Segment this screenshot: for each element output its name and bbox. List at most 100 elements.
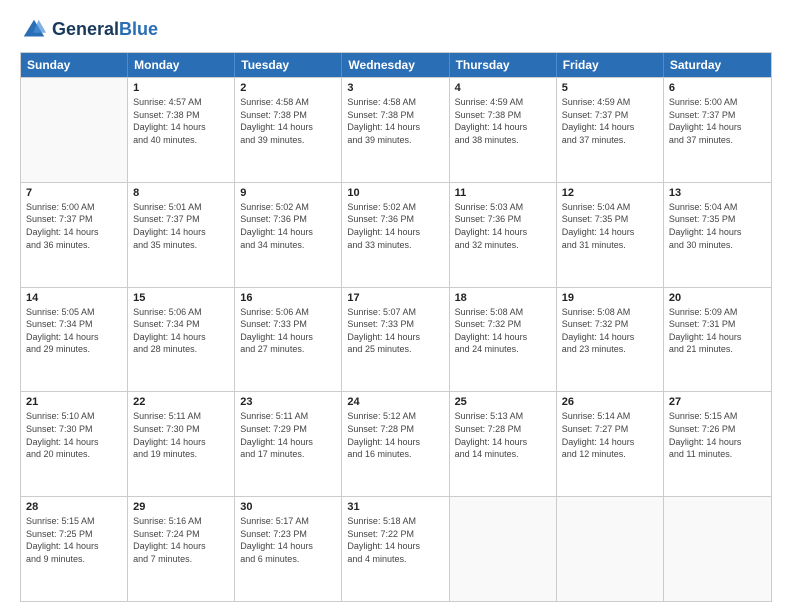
daylight-text: Daylight: 14 hoursand 28 minutes. [133, 331, 229, 356]
calendar-cell: 8Sunrise: 5:01 AMSunset: 7:37 PMDaylight… [128, 183, 235, 287]
sunset-text: Sunset: 7:38 PM [347, 109, 443, 122]
calendar-cell-empty [450, 497, 557, 601]
sunset-text: Sunset: 7:37 PM [562, 109, 658, 122]
day-number: 18 [455, 292, 551, 304]
daylight-text: Daylight: 14 hoursand 23 minutes. [562, 331, 658, 356]
sunset-text: Sunset: 7:30 PM [26, 423, 122, 436]
calendar-cell: 3Sunrise: 4:58 AMSunset: 7:38 PMDaylight… [342, 78, 449, 182]
calendar-cell-empty [557, 497, 664, 601]
calendar-cell: 19Sunrise: 5:08 AMSunset: 7:32 PMDayligh… [557, 288, 664, 392]
sunrise-text: Sunrise: 5:06 AM [133, 306, 229, 319]
calendar-header-cell: Thursday [450, 53, 557, 77]
day-number: 4 [455, 82, 551, 94]
page: GeneralBlue SundayMondayTuesdayWednesday… [0, 0, 792, 612]
sunset-text: Sunset: 7:29 PM [240, 423, 336, 436]
calendar-cell: 22Sunrise: 5:11 AMSunset: 7:30 PMDayligh… [128, 392, 235, 496]
daylight-text: Daylight: 14 hoursand 39 minutes. [240, 121, 336, 146]
calendar-cell: 17Sunrise: 5:07 AMSunset: 7:33 PMDayligh… [342, 288, 449, 392]
day-number: 28 [26, 501, 122, 513]
sunset-text: Sunset: 7:24 PM [133, 528, 229, 541]
day-number: 6 [669, 82, 766, 94]
sunset-text: Sunset: 7:35 PM [562, 213, 658, 226]
daylight-text: Daylight: 14 hoursand 7 minutes. [133, 540, 229, 565]
calendar-header-cell: Monday [128, 53, 235, 77]
sunrise-text: Sunrise: 5:14 AM [562, 410, 658, 423]
calendar-cell: 10Sunrise: 5:02 AMSunset: 7:36 PMDayligh… [342, 183, 449, 287]
calendar-cell: 23Sunrise: 5:11 AMSunset: 7:29 PMDayligh… [235, 392, 342, 496]
sunset-text: Sunset: 7:34 PM [26, 318, 122, 331]
sunrise-text: Sunrise: 5:15 AM [26, 515, 122, 528]
calendar-cell: 18Sunrise: 5:08 AMSunset: 7:32 PMDayligh… [450, 288, 557, 392]
logo-text: GeneralBlue [52, 20, 158, 40]
calendar-header-cell: Friday [557, 53, 664, 77]
sunrise-text: Sunrise: 5:06 AM [240, 306, 336, 319]
daylight-text: Daylight: 14 hoursand 16 minutes. [347, 436, 443, 461]
calendar-cell: 6Sunrise: 5:00 AMSunset: 7:37 PMDaylight… [664, 78, 771, 182]
sunset-text: Sunset: 7:33 PM [240, 318, 336, 331]
day-number: 31 [347, 501, 443, 513]
calendar-cell: 7 Sunrise: 5:00 AMSunset: 7:37 PMDaylight… [21, 183, 128, 287]
daylight-text: Daylight: 14 hoursand 12 minutes. [562, 436, 658, 461]
daylight-text: Daylight: 14 hoursand 9 minutes. [26, 540, 122, 565]
sunrise-text: Sunrise: 5:15 AM [669, 410, 766, 423]
sunset-text: Sunset: 7:37 PM [26, 213, 122, 226]
calendar-week-row: 1Sunrise: 4:57 AMSunset: 7:38 PMDaylight… [21, 77, 771, 182]
daylight-text: Daylight: 14 hoursand 4 minutes. [347, 540, 443, 565]
sunrise-text: Sunrise: 5:00 AM [669, 96, 766, 109]
sunset-text: Sunset: 7:36 PM [455, 213, 551, 226]
header: GeneralBlue [20, 16, 772, 44]
sunset-text: Sunset: 7:32 PM [455, 318, 551, 331]
calendar-week-row: 28Sunrise: 5:15 AMSunset: 7:25 PMDayligh… [21, 496, 771, 601]
logo: GeneralBlue [20, 16, 158, 44]
sunrise-text: Sunrise: 5:11 AM [133, 410, 229, 423]
sunset-text: Sunset: 7:28 PM [347, 423, 443, 436]
sunset-text: Sunset: 7:25 PM [26, 528, 122, 541]
calendar-cell: 31Sunrise: 5:18 AMSunset: 7:22 PMDayligh… [342, 497, 449, 601]
calendar-cell: 27Sunrise: 5:15 AMSunset: 7:26 PMDayligh… [664, 392, 771, 496]
calendar-header-cell: Wednesday [342, 53, 449, 77]
daylight-text: Daylight: 14 hoursand 35 minutes. [133, 226, 229, 251]
day-number: 29 [133, 501, 229, 513]
day-number: 27 [669, 396, 766, 408]
calendar-cell: 9Sunrise: 5:02 AMSunset: 7:36 PMDaylight… [235, 183, 342, 287]
day-number: 23 [240, 396, 336, 408]
sunset-text: Sunset: 7:38 PM [240, 109, 336, 122]
calendar-cell: 29Sunrise: 5:16 AMSunset: 7:24 PMDayligh… [128, 497, 235, 601]
calendar-cell: 5Sunrise: 4:59 AMSunset: 7:37 PMDaylight… [557, 78, 664, 182]
sunset-text: Sunset: 7:36 PM [347, 213, 443, 226]
daylight-text: Daylight: 14 hoursand 31 minutes. [562, 226, 658, 251]
day-number: 20 [669, 292, 766, 304]
daylight-text: Daylight: 14 hoursand 36 minutes. [26, 226, 122, 251]
sunset-text: Sunset: 7:23 PM [240, 528, 336, 541]
calendar-cell: 16Sunrise: 5:06 AMSunset: 7:33 PMDayligh… [235, 288, 342, 392]
sunset-text: Sunset: 7:35 PM [669, 213, 766, 226]
day-number: 19 [562, 292, 658, 304]
daylight-text: Daylight: 14 hoursand 37 minutes. [669, 121, 766, 146]
sunrise-text: Sunrise: 5:00 AM [26, 201, 122, 214]
calendar-cell: 2Sunrise: 4:58 AMSunset: 7:38 PMDaylight… [235, 78, 342, 182]
day-number: 5 [562, 82, 658, 94]
sunset-text: Sunset: 7:32 PM [562, 318, 658, 331]
sunset-text: Sunset: 7:33 PM [347, 318, 443, 331]
sunrise-text: Sunrise: 5:12 AM [347, 410, 443, 423]
sunrise-text: Sunrise: 5:04 AM [669, 201, 766, 214]
daylight-text: Daylight: 14 hoursand 17 minutes. [240, 436, 336, 461]
day-number: 12 [562, 187, 658, 199]
calendar-header-cell: Tuesday [235, 53, 342, 77]
sunrise-text: Sunrise: 5:02 AM [347, 201, 443, 214]
calendar-cell: 1Sunrise: 4:57 AMSunset: 7:38 PMDaylight… [128, 78, 235, 182]
day-number: 15 [133, 292, 229, 304]
day-number: 22 [133, 396, 229, 408]
daylight-text: Daylight: 14 hoursand 14 minutes. [455, 436, 551, 461]
day-number: 3 [347, 82, 443, 94]
logo-icon [20, 16, 48, 44]
sunset-text: Sunset: 7:27 PM [562, 423, 658, 436]
sunrise-text: Sunrise: 5:07 AM [347, 306, 443, 319]
daylight-text: Daylight: 14 hoursand 33 minutes. [347, 226, 443, 251]
calendar-cell-empty [664, 497, 771, 601]
day-number: 7 [26, 187, 122, 199]
sunrise-text: Sunrise: 5:10 AM [26, 410, 122, 423]
calendar-cell-empty [21, 78, 128, 182]
sunrise-text: Sunrise: 5:02 AM [240, 201, 336, 214]
sunrise-text: Sunrise: 4:58 AM [240, 96, 336, 109]
